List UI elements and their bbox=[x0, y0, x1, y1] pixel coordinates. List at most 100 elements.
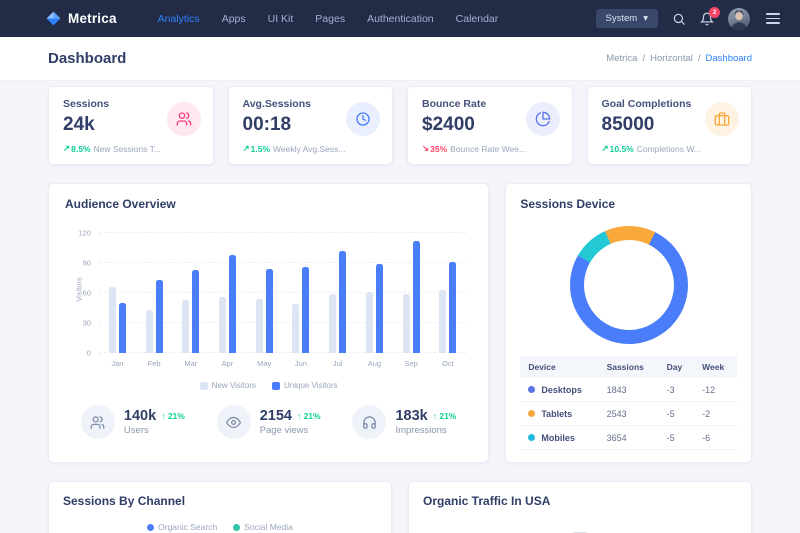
y-tick-label: 90 bbox=[83, 259, 91, 268]
x-tick-label: Mar bbox=[184, 359, 197, 368]
y-tick-label: 30 bbox=[83, 319, 91, 328]
usa-map: + bbox=[423, 512, 737, 533]
x-tick-label: Jan bbox=[111, 359, 123, 368]
briefcase-icon bbox=[705, 102, 739, 136]
legend-new-visitors[interactable]: New Visitors bbox=[200, 381, 256, 390]
pie-chart-icon bbox=[526, 102, 560, 136]
main-nav: Analytics Apps UI Kit Pages Authenticati… bbox=[147, 7, 510, 31]
users-icon bbox=[81, 405, 115, 439]
notifications-bell-icon[interactable]: 2 bbox=[700, 12, 714, 26]
sessions-device-title: Sessions Device bbox=[520, 197, 737, 211]
nav-apps[interactable]: Apps bbox=[211, 7, 257, 31]
sessions-by-channel-card: Sessions By Channel Organic Search Socia… bbox=[48, 481, 392, 533]
arrow-up-icon: ↑ 21% bbox=[297, 411, 321, 421]
bar bbox=[146, 310, 153, 353]
bar-group-oct: Oct bbox=[439, 233, 456, 353]
donut-ring bbox=[570, 226, 688, 344]
bar bbox=[413, 241, 420, 353]
y-tick-label: 0 bbox=[87, 349, 91, 358]
bar-group-apr: Apr bbox=[219, 233, 236, 353]
arrow-up-icon: ↑ 21% bbox=[433, 411, 457, 421]
breadcrumb-metrica[interactable]: Metrica bbox=[606, 53, 637, 64]
chevron-down-icon: ▾ bbox=[643, 13, 648, 24]
navbar-actions: System ▾ 2 bbox=[596, 8, 782, 30]
nav-analytics[interactable]: Analytics bbox=[147, 7, 211, 31]
x-tick-label: Sep bbox=[404, 359, 417, 368]
trend-up-icon: ↗10.5% bbox=[602, 143, 634, 154]
device-table-header: Device Sassions Day Week bbox=[520, 356, 737, 378]
menu-icon[interactable] bbox=[764, 11, 782, 26]
col-sessions: Sassions bbox=[599, 356, 659, 378]
summary-value: 140k ↑ 21% bbox=[124, 408, 185, 424]
audience-summary: 140k ↑ 21% Users 2154 ↑ 21% bbox=[65, 405, 472, 439]
bar-group-feb: Feb bbox=[146, 233, 163, 353]
nav-authentication[interactable]: Authentication bbox=[356, 7, 445, 31]
bar bbox=[403, 294, 410, 353]
system-dropdown-label: System bbox=[606, 13, 638, 24]
stat-card-sessions: Sessions 24k ↗8.5% New Sessions T... bbox=[48, 86, 214, 165]
trend-up-icon: ↗8.5% bbox=[63, 143, 91, 154]
nav-ui-kit[interactable]: UI Kit bbox=[257, 7, 305, 31]
col-week: Week bbox=[694, 356, 737, 378]
bottom-row: Sessions By Channel Organic Search Socia… bbox=[48, 481, 752, 533]
audience-bar-chart: Visitors 0306090120JanFebMarAprMayJunJul… bbox=[99, 233, 466, 353]
breadcrumb: Metrica / Horizontal / Dashboard bbox=[606, 53, 752, 64]
x-tick-label: Jul bbox=[333, 359, 343, 368]
system-dropdown[interactable]: System ▾ bbox=[596, 9, 658, 28]
stat-description: ↗10.5% Completions W... bbox=[602, 143, 738, 154]
summary-users: 140k ↑ 21% Users bbox=[81, 405, 185, 439]
page-header: Dashboard Metrica / Horizontal / Dashboa… bbox=[0, 37, 800, 81]
breadcrumb-horizontal[interactable]: Horizontal bbox=[650, 53, 693, 64]
summary-impressions: 183k ↑ 21% Impressions bbox=[352, 405, 456, 439]
y-tick-label: 60 bbox=[83, 289, 91, 298]
arrow-up-icon: ↑ 21% bbox=[161, 411, 185, 421]
search-icon[interactable] bbox=[672, 12, 686, 26]
sessions-by-channel-title: Sessions By Channel bbox=[63, 494, 377, 508]
breadcrumb-dashboard: Dashboard bbox=[706, 53, 752, 64]
y-tick-label: 120 bbox=[78, 229, 91, 238]
x-tick-label: May bbox=[257, 359, 271, 368]
headphones-icon bbox=[352, 405, 386, 439]
legend-unique-visitors[interactable]: Unique Visitors bbox=[272, 381, 338, 390]
notification-badge: 2 bbox=[709, 7, 720, 18]
bar bbox=[109, 287, 116, 353]
breadcrumb-separator: / bbox=[642, 53, 645, 64]
col-device: Device bbox=[520, 356, 598, 378]
series-dot bbox=[528, 410, 535, 417]
stat-description: ↗8.5% New Sessions T... bbox=[63, 143, 199, 154]
legend-social-media[interactable]: Social Media bbox=[233, 522, 293, 532]
user-avatar[interactable] bbox=[728, 8, 750, 30]
bar bbox=[119, 303, 126, 353]
x-tick-label: Aug bbox=[368, 359, 381, 368]
trend-up-icon: ↗1.5% bbox=[243, 143, 271, 154]
breadcrumb-separator: / bbox=[698, 53, 701, 64]
nav-pages[interactable]: Pages bbox=[304, 7, 356, 31]
audience-overview-title: Audience Overview bbox=[65, 197, 472, 211]
stats-row: Sessions 24k ↗8.5% New Sessions T... Avg… bbox=[48, 86, 752, 165]
audience-overview-card: Audience Overview Visitors 0306090120Jan… bbox=[48, 183, 489, 463]
stat-card-goal-completions: Goal Completions 85000 ↗10.5% Completion… bbox=[587, 86, 753, 165]
users-icon bbox=[167, 102, 201, 136]
legend-swatch bbox=[272, 382, 280, 390]
channel-legend: Organic Search Social Media bbox=[63, 522, 377, 532]
brand-logo-icon bbox=[46, 11, 61, 26]
bar bbox=[339, 251, 346, 353]
bar bbox=[229, 255, 236, 353]
legend-organic-search[interactable]: Organic Search bbox=[147, 522, 217, 532]
brand[interactable]: Metrica bbox=[46, 11, 117, 26]
bar-plot-area: 0306090120JanFebMarAprMayJunJulAugSepOct bbox=[99, 233, 466, 353]
summary-label: Impressions bbox=[395, 425, 456, 436]
sessions-device-card: Sessions Device Device Sassions Day Week… bbox=[505, 183, 752, 463]
x-tick-label: Feb bbox=[148, 359, 161, 368]
top-navbar: Metrica Analytics Apps UI Kit Pages Auth… bbox=[0, 0, 800, 37]
table-row-tablets: Tablets 2543 -5 -2 bbox=[520, 402, 737, 426]
bar-group-jun: Jun bbox=[292, 233, 309, 353]
bar bbox=[376, 264, 383, 353]
series-dot bbox=[528, 434, 535, 441]
legend-dot bbox=[233, 524, 240, 531]
summary-label: Page views bbox=[260, 425, 321, 436]
bar bbox=[439, 290, 446, 353]
bar bbox=[256, 299, 263, 353]
nav-calendar[interactable]: Calendar bbox=[445, 7, 510, 31]
page-content: Sessions 24k ↗8.5% New Sessions T... Avg… bbox=[0, 81, 800, 533]
